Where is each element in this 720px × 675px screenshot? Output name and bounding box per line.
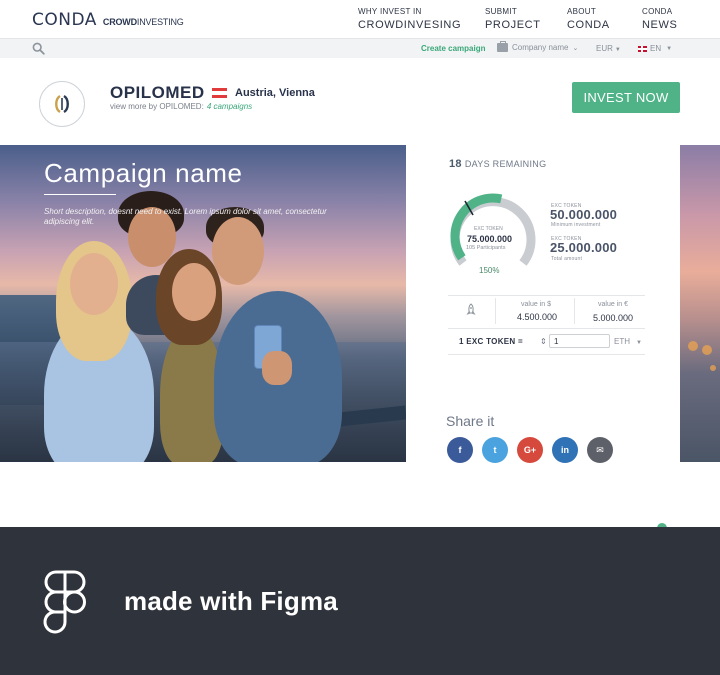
view-more-text: view more by OPILOMED: 4 campaigns (110, 102, 252, 111)
campaigns-link[interactable]: 4 campaigns (207, 102, 252, 111)
share-title: Share it (446, 413, 495, 429)
opilomed-logo-icon (55, 94, 69, 114)
total-amount-label: Total amount (551, 256, 583, 262)
min-investment-label: Minimum investment (551, 222, 601, 228)
gauge-participants: 105 Participants (466, 245, 506, 251)
top-navigation: CONDA CROWDINVESTING WHY INVEST IN CROWD… (0, 0, 720, 38)
nav-conda-news[interactable]: CONDA NEWS (642, 7, 678, 31)
chevron-down-icon: ⌄ (572, 44, 579, 52)
email-share-button[interactable]: ✉ (587, 437, 613, 463)
token-amount-input[interactable] (549, 334, 610, 348)
austria-flag-icon (212, 88, 227, 98)
bokeh-light (702, 345, 712, 355)
company-location: Austria, Vienna (235, 87, 315, 99)
nav-why-invest-line1: WHY INVEST IN (358, 7, 422, 16)
google-plus-icon: G+ (523, 445, 537, 455)
currency-label: EUR (596, 44, 613, 53)
search-icon[interactable] (32, 42, 45, 55)
person-4-hand (262, 351, 292, 385)
token-rate-label: 1 EXC TOKEN = (459, 337, 523, 346)
days-count: 18 (449, 158, 462, 170)
logo-wordmark: CONDA (32, 10, 97, 30)
invest-now-button[interactable]: INVEST NOW (572, 82, 680, 113)
days-label: DAYS REMAINING (464, 159, 547, 169)
gauge-percent: 150% (479, 266, 500, 275)
nav-submit-project-line1: SUBMIT (485, 7, 518, 16)
create-campaign-link[interactable]: Create campaign (421, 44, 485, 53)
eur-value-label: value in € (598, 301, 628, 308)
title-underline (44, 194, 116, 195)
view-more-label: view more by OPILOMED: (110, 102, 204, 111)
bokeh-light (710, 365, 716, 371)
bokeh-light (688, 341, 698, 351)
gauge-token-value: 75.000.000 (467, 234, 513, 244)
logo-subtitle-bold: CROWD (102, 17, 137, 27)
google-plus-share-button[interactable]: G+ (517, 437, 543, 463)
nav-about-conda[interactable]: ABOUT CONDA (567, 7, 610, 31)
days-remaining: 18 DAYS REMAINING (449, 158, 546, 170)
nav-why-invest[interactable]: WHY INVEST IN CROWDINVESING (358, 7, 462, 31)
twitter-share-button[interactable]: t (482, 437, 508, 463)
min-token-value: 50.000.000 (550, 207, 618, 222)
funding-gauge (450, 193, 536, 266)
usd-value: 4.500.000 (517, 312, 558, 322)
campaign-description: Short description, doesnt need to exist.… (44, 207, 327, 227)
language-label: EN (650, 44, 662, 53)
company-logo[interactable] (39, 81, 85, 127)
made-with-figma-text: made with Figma (124, 586, 338, 616)
conda-logo[interactable]: CONDA CROWDINVESTING (32, 10, 184, 30)
nav-why-invest-line2: CROWDINVESING (358, 18, 462, 31)
linkedin-share-button[interactable]: in (552, 437, 578, 463)
utility-bar: Create campaign Company name ⌄ EUR ▼ EN ▼ (0, 38, 720, 58)
swap-arrows-icon: ⇕ (540, 337, 547, 346)
person-1-head (70, 253, 118, 315)
crypto-unit-label: ETH (614, 337, 630, 346)
gauge-token-label: EXC TOKEN (474, 226, 503, 232)
twitter-icon: t (493, 445, 497, 455)
figma-logo-icon (43, 570, 86, 634)
nav-about-conda-line1: ABOUT (567, 7, 597, 16)
rocket-icon (466, 303, 476, 315)
email-icon: ✉ (596, 444, 604, 455)
logo-subtitle-thin: INVESTING (136, 17, 184, 27)
logo-subtitle: CROWDINVESTING (103, 17, 184, 27)
nav-submit-project[interactable]: SUBMIT PROJECT (485, 7, 541, 31)
caret-down-icon: ▼ (636, 340, 642, 346)
caret-down-icon: ▼ (666, 45, 673, 52)
language-selector[interactable]: EN ▼ (638, 44, 672, 53)
nav-conda-news-line2: NEWS (642, 18, 678, 31)
usd-value-label: value in $ (521, 301, 551, 308)
campaign-title: Campaign name (44, 158, 243, 188)
facebook-icon: f (458, 445, 462, 455)
campaign-hero-image: Campaign name Short description, doesnt … (0, 145, 406, 462)
divider (448, 295, 645, 296)
nav-conda-news-line1: CONDA (642, 7, 673, 16)
figma-footer (0, 527, 720, 675)
facebook-share-button[interactable]: f (447, 437, 473, 463)
currency-selector[interactable]: EUR ▼ (596, 44, 621, 53)
nav-about-conda-line2: CONDA (567, 18, 610, 31)
divider-vertical (495, 298, 496, 324)
divider (448, 328, 645, 329)
nav-submit-project-line2: PROJECT (485, 18, 541, 31)
company-name: OPILOMED (110, 83, 205, 102)
caret-down-icon: ▼ (614, 47, 621, 53)
company-selector[interactable]: Company name ⌄ (497, 41, 579, 52)
next-campaign-image[interactable] (680, 145, 720, 462)
person-3-head (172, 263, 216, 321)
crypto-unit-selector[interactable]: ETH ▼ (614, 337, 642, 346)
briefcase-icon (497, 41, 508, 52)
company-selector-label: Company name (512, 43, 569, 52)
divider-vertical (574, 298, 575, 324)
linkedin-icon: in (561, 445, 569, 455)
total-token-value: 25.000.000 (550, 240, 618, 255)
uk-flag-icon (638, 45, 647, 52)
eur-value: 5.000.000 (593, 313, 634, 323)
divider (448, 354, 645, 355)
